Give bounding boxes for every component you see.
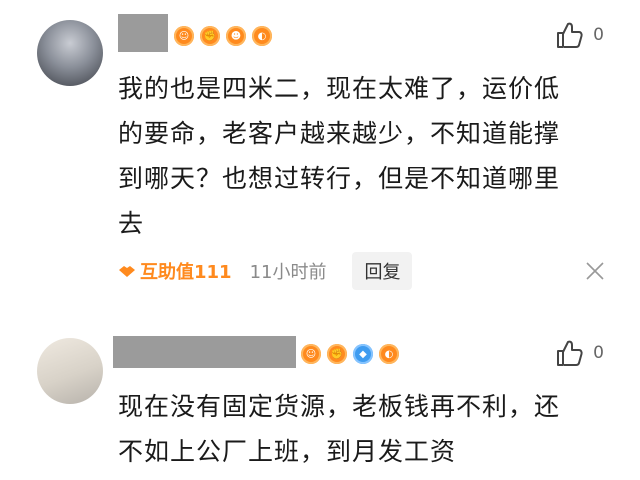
- reply-button[interactable]: 回复: [352, 252, 413, 290]
- helper-score[interactable]: 互助值111: [118, 258, 232, 284]
- like-button[interactable]: 0: [555, 20, 604, 50]
- like-count: 0: [593, 343, 604, 363]
- helper-score-label: 互助值111: [140, 262, 232, 283]
- diamond-icon[interactable]: ◆: [353, 344, 373, 364]
- comment-line: 现在没有固定货源，老板钱再不利，还: [118, 392, 561, 421]
- comment-meta: 互助值111 11小时前 回复: [118, 252, 413, 290]
- medal-icon[interactable]: ☺: [174, 26, 194, 46]
- timestamp: 11小时前: [249, 262, 327, 283]
- face-icon[interactable]: ☻: [226, 26, 246, 46]
- comment-line: 到哪天？也想过转行，但是不知道哪里: [118, 164, 561, 193]
- thumbs-up-icon[interactable]: [555, 20, 585, 50]
- username-redacted[interactable]: [118, 14, 168, 52]
- comment-line: 我的也是四米二，现在太难了，运价低: [118, 74, 561, 103]
- badge-row: ☺ ✊ ◆ ◐: [301, 344, 399, 364]
- badge-row: ☺ ✊ ☻ ◐: [174, 26, 272, 46]
- handshake-icon: [119, 266, 135, 277]
- fist-icon[interactable]: ✊: [327, 344, 347, 364]
- comment-line: 不如上公厂上班，到月发工资: [118, 437, 457, 466]
- medal-icon[interactable]: ☺: [301, 344, 321, 364]
- close-icon[interactable]: [584, 260, 606, 282]
- like-button[interactable]: 0: [555, 338, 604, 368]
- comment-line: 的要命，老客户越来越少，不知道能撑: [118, 119, 561, 148]
- avatar[interactable]: [37, 20, 103, 86]
- comment-line: 去: [118, 209, 145, 238]
- avatar[interactable]: [37, 338, 103, 404]
- medal-icon[interactable]: ◐: [252, 26, 272, 46]
- comment-text: 现在没有固定货源，老板钱再不利，还 不如上公厂上班，到月发工资: [118, 384, 608, 474]
- comment-item: ☺ ✊ ◆ ◐ 0 现在没有固定货源，老板钱再不利，还 不如上公厂上班，到月发工…: [0, 318, 640, 480]
- thumbs-up-icon[interactable]: [555, 338, 585, 368]
- comment-item: ☺ ✊ ☻ ◐ 0 我的也是四米二，现在太难了，运价低 的要命，老客户越来越少，…: [0, 0, 640, 310]
- fist-icon[interactable]: ✊: [200, 26, 220, 46]
- comment-text: 我的也是四米二，现在太难了，运价低 的要命，老客户越来越少，不知道能撑 到哪天？…: [118, 66, 608, 246]
- medal-icon[interactable]: ◐: [379, 344, 399, 364]
- like-count: 0: [593, 25, 604, 45]
- username-redacted[interactable]: [113, 336, 296, 368]
